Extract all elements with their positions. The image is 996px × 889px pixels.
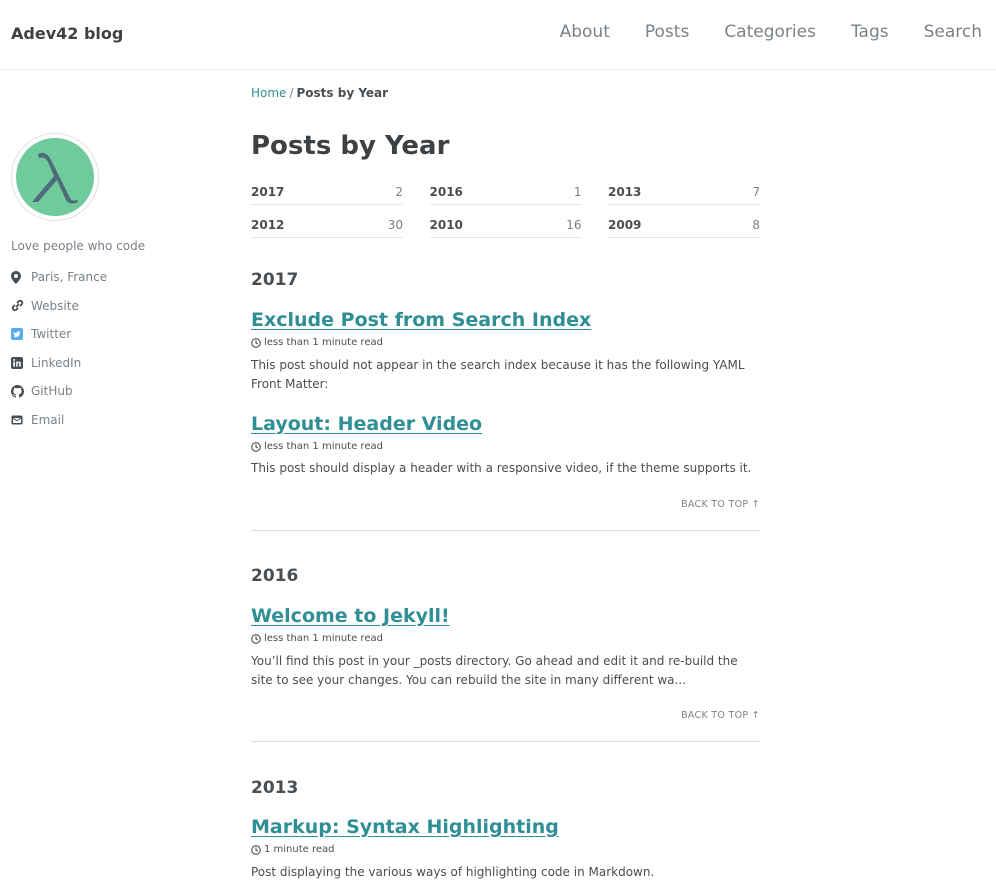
post-item: Welcome to Jekyll! less than 1 minute re… [251, 605, 760, 690]
year-index-year: 2016 [429, 185, 463, 199]
read-time: less than 1 minute read [251, 441, 760, 452]
author-github-link[interactable]: GitHub [11, 377, 211, 406]
year-index-count: 1 [573, 185, 582, 199]
read-time: less than 1 minute read [251, 337, 760, 348]
site-title[interactable]: Adev42 blog [11, 24, 123, 43]
main-nav: About Posts Categories Tags Search [525, 22, 982, 42]
github-icon [11, 384, 27, 398]
author-links: Paris, France Website Twitter LinkedIn G… [11, 263, 211, 434]
nav-tags[interactable]: Tags [851, 22, 889, 42]
breadcrumb-separator: / [289, 86, 294, 100]
year-index-year: 2013 [608, 185, 642, 199]
post-item: Markup: Syntax Highlighting 1 minute rea… [251, 816, 760, 882]
year-index-count: 8 [752, 218, 760, 232]
author-twitter-link[interactable]: Twitter [11, 320, 211, 349]
masthead: Adev42 blog About Posts Categories Tags … [0, 0, 996, 70]
link-icon [11, 299, 27, 313]
author-sidebar: Love people who code Paris, France Websi… [11, 133, 211, 434]
breadcrumb-current: Posts by Year [296, 86, 389, 100]
post-item: Exclude Post from Search Index less than… [251, 309, 760, 394]
map-marker-icon [11, 270, 27, 284]
read-time-label: less than 1 minute read [264, 633, 383, 644]
post-excerpt: This post should not appear in the searc… [251, 358, 745, 391]
section-divider [251, 530, 760, 531]
year-index-item[interactable]: 2016 1 [429, 172, 582, 205]
year-heading: 2013 [251, 778, 299, 798]
author-location-label: Paris, France [31, 270, 108, 285]
main-content: Posts by Year 2017 2 2016 1 2013 7 2012 30 2… [251, 130, 760, 238]
year-index-item[interactable]: 2012 30 [251, 205, 403, 238]
read-time-label: less than 1 minute read [264, 337, 383, 348]
author-linkedin-link[interactable]: LinkedIn [11, 349, 211, 378]
nav-posts[interactable]: Posts [645, 22, 689, 42]
avatar [11, 133, 99, 221]
year-heading: 2017 [251, 270, 299, 290]
back-to-top-link[interactable]: Back to Top ↑ [251, 499, 760, 510]
avatar-image [16, 138, 94, 216]
author-website-link[interactable]: Website [11, 292, 211, 321]
author-twitter-label[interactable]: Twitter [31, 327, 71, 341]
author-bio: Love people who code [11, 239, 146, 253]
author-email-label[interactable]: Email [31, 413, 64, 427]
nav-about[interactable]: About [560, 22, 610, 42]
read-time-label: less than 1 minute read [264, 441, 383, 452]
read-time-label: 1 minute read [264, 844, 335, 855]
lambda-logo-icon [32, 152, 78, 204]
clock-icon [251, 441, 261, 452]
envelope-icon [11, 413, 27, 427]
year-index-count: 7 [752, 185, 760, 199]
year-index-year: 2009 [608, 218, 642, 232]
year-index-item[interactable]: 2017 2 [251, 172, 403, 205]
author-website-label[interactable]: Website [31, 299, 79, 313]
back-to-top-link[interactable]: Back to Top ↑ [251, 710, 760, 721]
clock-icon [251, 337, 261, 348]
post-excerpt: Post displaying the various ways of high… [251, 865, 655, 879]
post-title-link[interactable]: Welcome to Jekyll! [251, 605, 760, 627]
author-github-label[interactable]: GitHub [31, 384, 73, 398]
nav-search[interactable]: Search [924, 22, 982, 42]
author-email-link[interactable]: Email [11, 406, 211, 435]
read-time: less than 1 minute read [251, 633, 760, 644]
post-excerpt: This post should display a header with a… [251, 461, 752, 475]
year-index-year: 2010 [429, 218, 463, 232]
post-item: Layout: Header Video less than 1 minute … [251, 413, 760, 478]
year-index: 2017 2 2016 1 2013 7 2012 30 2010 16 2009 8 [251, 172, 760, 238]
post-title-link[interactable]: Exclude Post from Search Index [251, 309, 760, 331]
year-index-count: 30 [387, 218, 403, 232]
read-time: 1 minute read [251, 844, 760, 855]
year-index-year: 2017 [251, 185, 285, 199]
year-index-item[interactable]: 2013 7 [608, 172, 760, 205]
nav-categories[interactable]: Categories [724, 22, 816, 42]
post-title-link[interactable]: Layout: Header Video [251, 413, 760, 435]
year-index-year: 2012 [251, 218, 285, 232]
clock-icon [251, 844, 261, 855]
post-excerpt: You’ll find this post in your _posts dir… [251, 654, 738, 687]
section-divider [251, 741, 760, 742]
breadcrumb: Home / Posts by Year [251, 86, 388, 100]
year-heading: 2016 [251, 566, 299, 586]
year-index-count: 2 [395, 185, 403, 199]
year-index-item[interactable]: 2010 16 [429, 205, 582, 238]
clock-icon [251, 633, 261, 644]
post-title-link[interactable]: Markup: Syntax Highlighting [251, 816, 760, 838]
breadcrumb-home[interactable]: Home [251, 86, 286, 100]
year-index-item[interactable]: 2009 8 [608, 205, 760, 238]
author-linkedin-label[interactable]: LinkedIn [31, 356, 81, 370]
linkedin-icon [11, 356, 27, 370]
page-title: Posts by Year [251, 131, 450, 161]
twitter-icon [11, 327, 27, 341]
author-location: Paris, France [11, 263, 211, 292]
year-index-count: 16 [566, 218, 582, 232]
